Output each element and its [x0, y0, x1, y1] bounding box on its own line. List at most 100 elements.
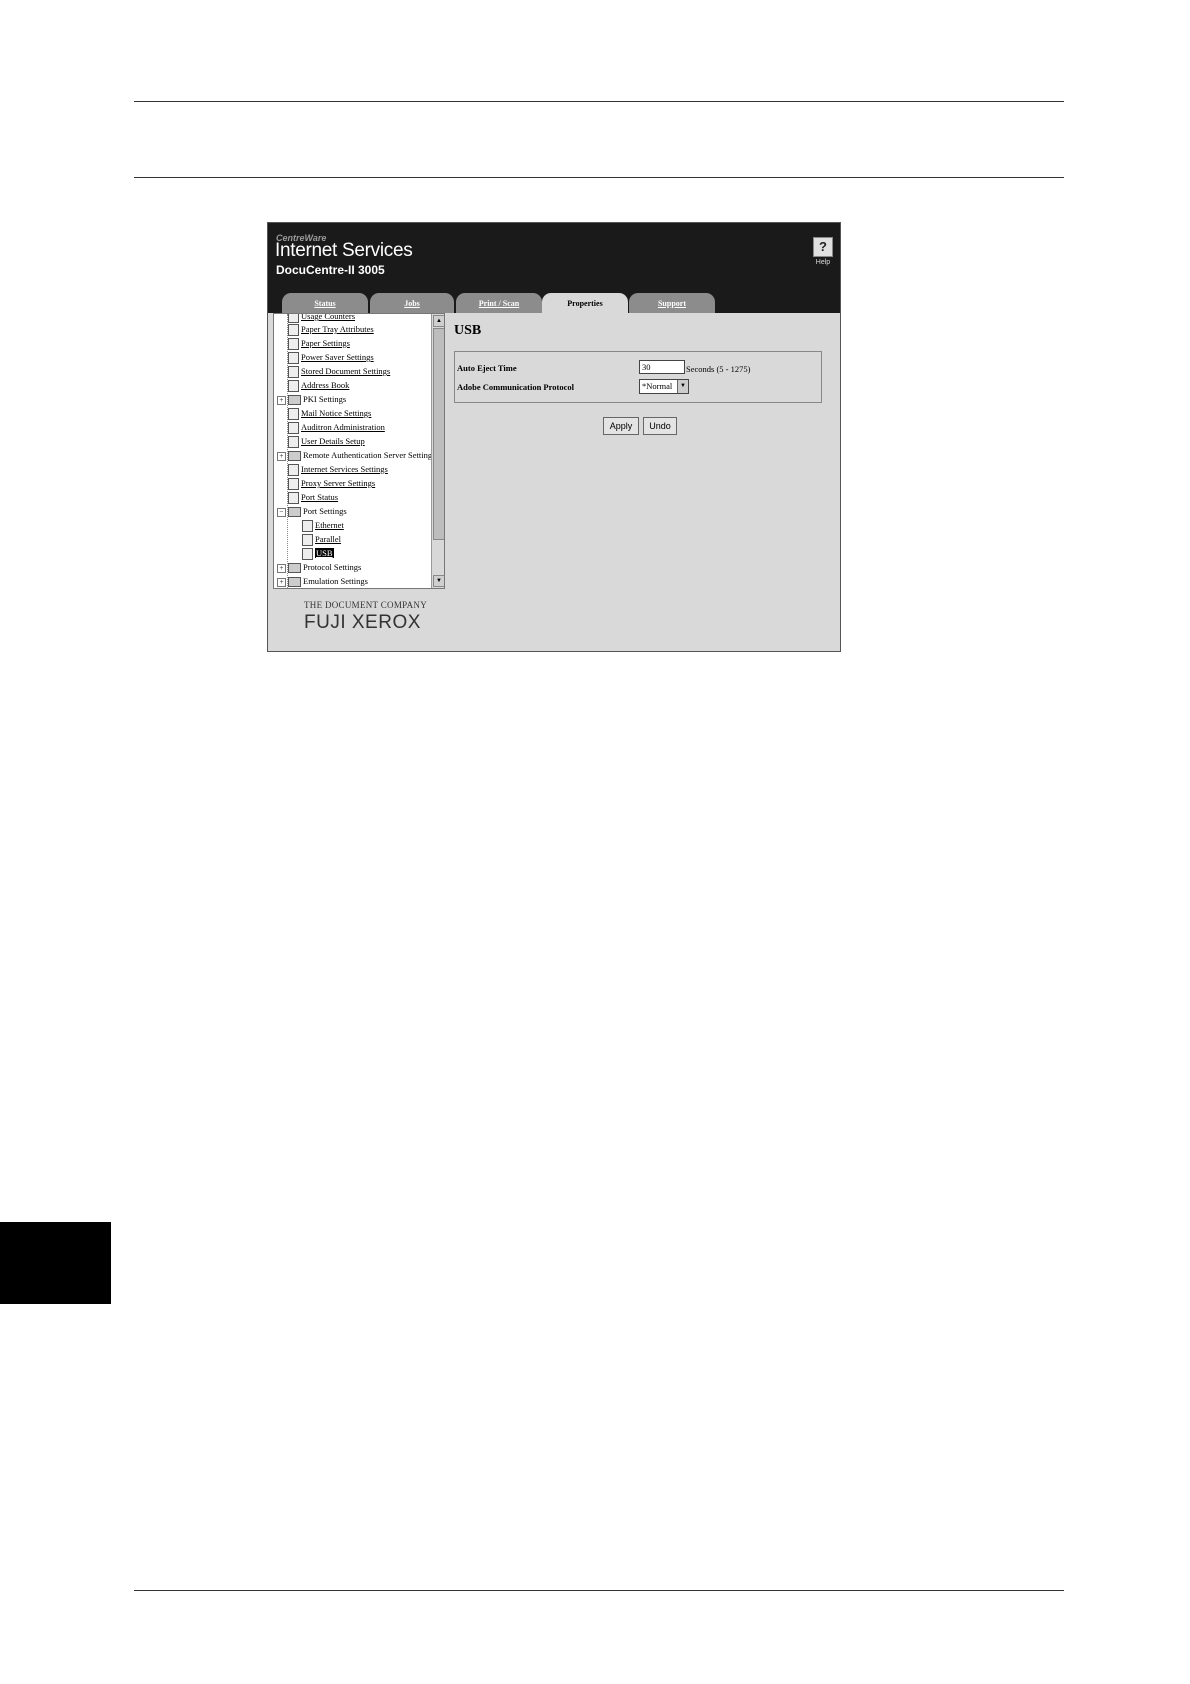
nav-item-paper-settings[interactable]: Paper Settings [288, 337, 350, 351]
expand-icon[interactable]: + [277, 577, 286, 587]
nav-label: Mail Notice Settings [301, 408, 372, 418]
apply-button[interactable]: Apply [603, 417, 639, 435]
adobe-protocol-label: Adobe Communication Protocol [457, 382, 574, 392]
tab-jobs[interactable]: Jobs [370, 293, 454, 313]
scroll-up-icon[interactable]: ▲ [433, 315, 444, 327]
nav-label: Emulation Settings [303, 576, 368, 586]
nav-item-emulation-settings[interactable]: + Emulation Settings [277, 575, 368, 588]
nav-item-power-saver-settings[interactable]: Power Saver Settings [288, 351, 374, 365]
nav-scrollbar[interactable]: ▲ ▼ [431, 314, 444, 588]
nav-label: Stored Document Settings [301, 366, 391, 376]
nav-item-proxy-server-settings[interactable]: Proxy Server Settings [288, 477, 376, 491]
expand-icon[interactable]: + [277, 451, 286, 461]
nav-item-user-details-setup[interactable]: User Details Setup [288, 435, 365, 449]
document-icon [288, 352, 299, 365]
nav-item-mail-notice-settings[interactable]: Mail Notice Settings [288, 407, 372, 421]
nav-label: Port Status [301, 492, 339, 502]
app-title: Internet Services [275, 240, 413, 261]
chapter-tab [0, 1222, 111, 1304]
document-icon [288, 380, 299, 393]
undo-button[interactable]: Undo [643, 417, 677, 435]
nav-item-parallel[interactable]: Parallel [302, 533, 341, 547]
document-icon [288, 422, 299, 435]
help-label: Help [815, 259, 831, 266]
page-title: USB [454, 323, 482, 338]
chevron-down-icon: ▼ [677, 380, 688, 393]
collapse-icon[interactable]: − [277, 507, 286, 517]
help-icon: ? [813, 237, 833, 257]
auto-eject-label: Auto Eject Time [457, 363, 517, 373]
folder-icon [288, 563, 301, 574]
document-icon [288, 492, 299, 505]
nav-item-paper-tray-attributes[interactable]: Paper Tray Attributes [288, 323, 374, 337]
nav-item-pki-settings[interactable]: + PKI Settings [277, 393, 346, 406]
nav-item-protocol-settings[interactable]: + Protocol Settings [277, 561, 361, 574]
auto-eject-input[interactable]: 30 [639, 360, 685, 374]
document-icon [302, 534, 313, 547]
folder-icon [288, 451, 301, 462]
nav-item-stored-document-settings[interactable]: Stored Document Settings [288, 365, 391, 379]
bottom-rule [134, 1590, 1064, 1591]
nav-item-usage-counters[interactable]: Usage Counters [288, 313, 356, 324]
browser-screenshot: CentreWare Internet Services DocuCentre-… [267, 222, 841, 652]
usb-settings-box: Auto Eject Time 30 Seconds (5 - 1275) Ad… [454, 351, 822, 403]
nav-label: Parallel [315, 534, 341, 544]
nav-label: Power Saver Settings [301, 352, 374, 362]
document-icon [288, 366, 299, 379]
nav-label: Paper Tray Attributes [301, 324, 374, 334]
document-icon [288, 436, 299, 449]
nav-label: Address Book [301, 380, 350, 390]
device-model: DocuCentre-II 3005 [276, 263, 385, 277]
company-tagline: THE DOCUMENT COMPANY [304, 600, 428, 610]
nav-label: Protocol Settings [303, 562, 362, 572]
tab-support[interactable]: Support [629, 293, 715, 313]
open-folder-icon [288, 507, 301, 518]
expand-icon[interactable]: + [277, 563, 286, 573]
nav-label: Proxy Server Settings [301, 478, 376, 488]
document-icon [288, 408, 299, 421]
document-icon [302, 520, 313, 533]
tab-properties[interactable]: Properties [542, 293, 628, 314]
nav-label: Paper Settings [301, 338, 350, 348]
top-rule [134, 101, 1064, 102]
nav-label: Auditron Administration [301, 422, 385, 432]
nav-label: Port Settings [303, 506, 347, 516]
adobe-protocol-value: *Normal [642, 381, 673, 391]
nav-label: User Details Setup [301, 436, 365, 446]
tab-status[interactable]: Status [282, 293, 368, 313]
nav-item-internet-services-settings[interactable]: Internet Services Settings [288, 463, 388, 477]
document-icon [288, 464, 299, 477]
tab-print-scan[interactable]: Print / Scan [456, 293, 542, 313]
nav-item-remote-authentication-server-settings[interactable]: + Remote Authentication Server Settings [277, 449, 435, 462]
nav-item-port-status[interactable]: Port Status [288, 491, 339, 505]
scroll-down-icon[interactable]: ▼ [433, 575, 444, 587]
document-icon [288, 324, 299, 337]
nav-item-port-settings[interactable]: − Port Settings [277, 505, 347, 518]
content-panel: USB Auto Eject Time 30 Seconds (5 - 1275… [454, 313, 834, 493]
auto-eject-unit: Seconds (5 - 1275) [686, 364, 751, 374]
adobe-protocol-select[interactable]: *Normal ▼ [639, 379, 689, 394]
scroll-thumb[interactable] [433, 328, 444, 540]
nav-item-address-book[interactable]: Address Book [288, 379, 350, 393]
nav-label-selected: USB [315, 548, 334, 558]
nav-label: Internet Services Settings [301, 464, 388, 474]
nav-item-usb[interactable]: USB [302, 547, 334, 561]
nav-item-auditron-administration[interactable]: Auditron Administration [288, 421, 385, 435]
navigation-tree: Usage Counters Paper Tray Attributes Pap… [273, 313, 445, 589]
nav-item-ethernet[interactable]: Ethernet [302, 519, 344, 533]
folder-icon [288, 395, 301, 406]
nav-label: PKI Settings [303, 394, 347, 404]
document-icon [288, 478, 299, 491]
nav-label: Usage Counters [301, 313, 356, 321]
folder-icon [288, 577, 301, 588]
document-icon [288, 314, 299, 324]
nav-label: Ethernet [315, 520, 344, 530]
header-bar: CentreWare Internet Services DocuCentre-… [268, 223, 840, 314]
company-logo: FUJI XEROX [304, 612, 421, 633]
expand-icon[interactable]: + [277, 395, 286, 405]
header-rule [134, 177, 1064, 178]
nav-label: Remote Authentication Server Settings [303, 450, 436, 460]
document-icon [288, 338, 299, 351]
document-icon [302, 548, 313, 561]
help-button[interactable]: ? Help [810, 237, 836, 266]
